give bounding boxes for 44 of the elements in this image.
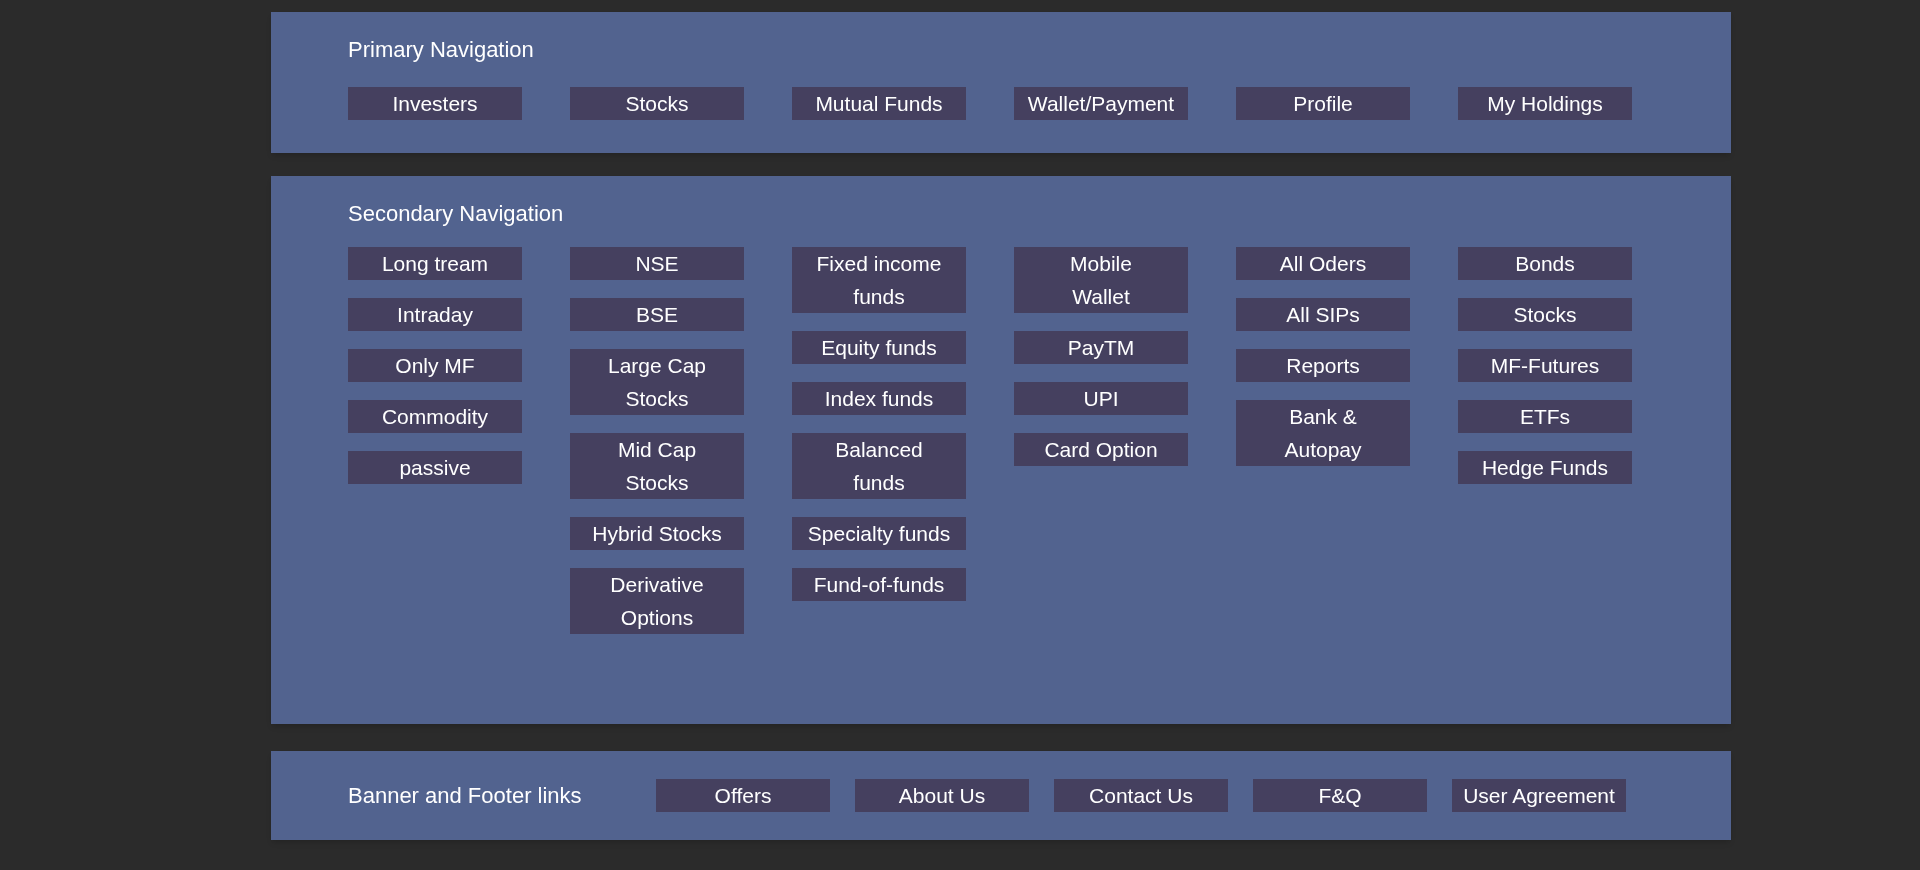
nav-item[interactable]: NSE — [570, 247, 744, 280]
nav-item[interactable]: Stocks — [1458, 298, 1632, 331]
nav-item[interactable]: Profile — [1236, 87, 1410, 120]
nav-item[interactable]: Hedge Funds — [1458, 451, 1632, 484]
nav-item[interactable]: Wallet/Payment — [1014, 87, 1188, 120]
nav-item[interactable]: ETFs — [1458, 400, 1632, 433]
nav-item[interactable]: About Us — [855, 779, 1029, 812]
nav-item[interactable]: UPI — [1014, 382, 1188, 415]
section-title: Banner and Footer links — [348, 782, 583, 810]
nav-item[interactable]: Large Cap Stocks — [570, 349, 744, 415]
nav-item[interactable]: Index funds — [792, 382, 966, 415]
nav-item[interactable]: Derivative Options — [570, 568, 744, 634]
nav-item[interactable]: Investers — [348, 87, 522, 120]
nav-item[interactable]: Balanced funds — [792, 433, 966, 499]
nav-item[interactable]: Only MF — [348, 349, 522, 382]
nav-item[interactable]: User Agreement — [1452, 779, 1626, 812]
nav-item[interactable]: All SIPs — [1236, 298, 1410, 331]
nav-item[interactable]: BSE — [570, 298, 744, 331]
nav-item[interactable]: All Oders — [1236, 247, 1410, 280]
nav-item[interactable]: Contact Us — [1054, 779, 1228, 812]
nav-item[interactable]: Stocks — [570, 87, 744, 120]
nav-item[interactable]: Reports — [1236, 349, 1410, 382]
nav-item[interactable]: Bank & Autopay — [1236, 400, 1410, 466]
nav-item[interactable]: Mid Cap Stocks — [570, 433, 744, 499]
nav-item[interactable]: Bonds — [1458, 247, 1632, 280]
nav-item[interactable]: Commodity — [348, 400, 522, 433]
nav-item[interactable]: passive — [348, 451, 522, 484]
nav-item[interactable]: MF-Futures — [1458, 349, 1632, 382]
nav-item[interactable]: Long tream — [348, 247, 522, 280]
nav-item[interactable]: Specialty funds — [792, 517, 966, 550]
nav-item[interactable]: Equity funds — [792, 331, 966, 364]
nav-item[interactable]: F&Q — [1253, 779, 1427, 812]
nav-item[interactable]: Intraday — [348, 298, 522, 331]
nav-item[interactable]: Offers — [656, 779, 830, 812]
nav-item[interactable]: Card Option — [1014, 433, 1188, 466]
nav-item[interactable]: My Holdings — [1458, 87, 1632, 120]
nav-item[interactable]: Mutual Funds — [792, 87, 966, 120]
nav-item[interactable]: PayTM — [1014, 331, 1188, 364]
nav-item[interactable]: Hybrid Stocks — [570, 517, 744, 550]
nav-item[interactable]: Mobile Wallet — [1014, 247, 1188, 313]
nav-item[interactable]: Fixed income funds — [792, 247, 966, 313]
section-title: Secondary Navigation — [348, 200, 565, 227]
nav-item[interactable]: Fund-of-funds — [792, 568, 966, 601]
section-title: Primary Navigation — [348, 36, 535, 63]
